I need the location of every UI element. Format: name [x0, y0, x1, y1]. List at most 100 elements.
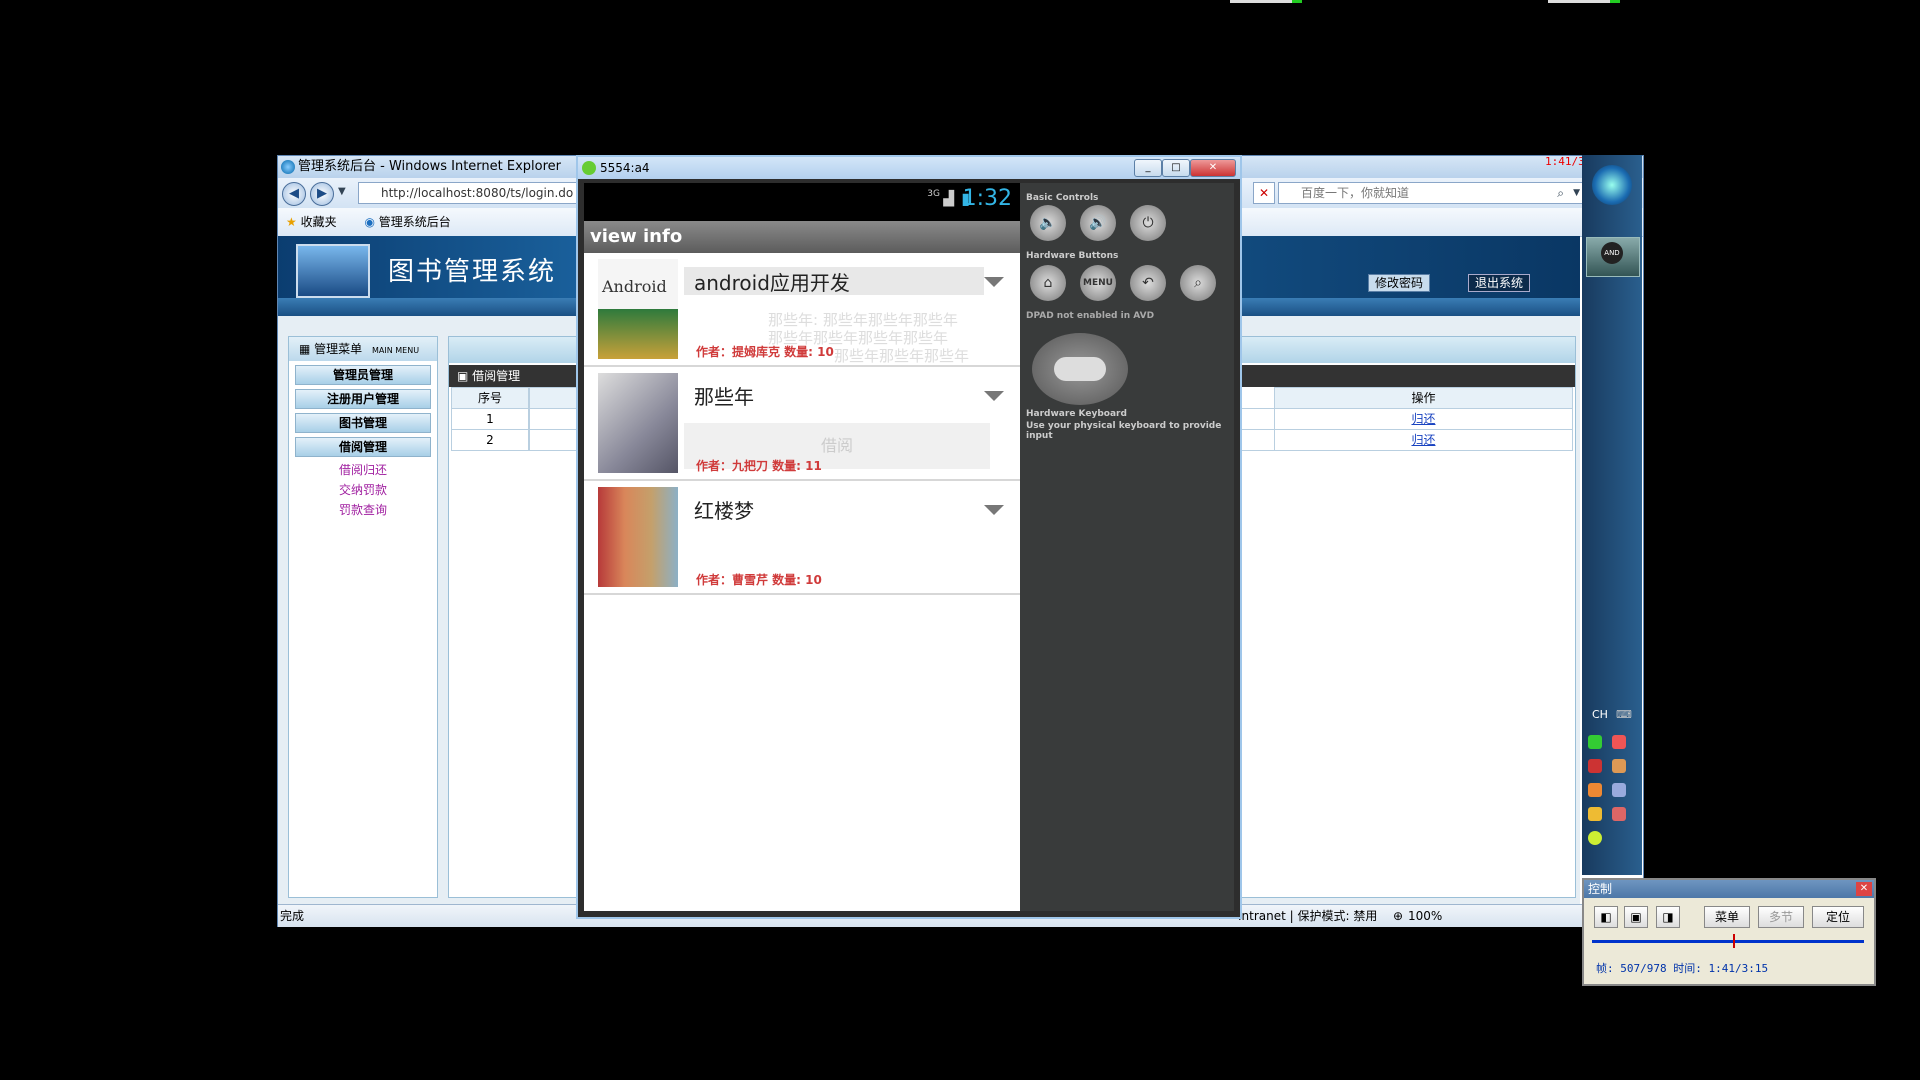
- search-icon[interactable]: ⌕: [1557, 183, 1564, 203]
- clock: 1:32: [962, 186, 1012, 211]
- network-icon[interactable]: [1612, 807, 1626, 821]
- hardware-buttons-label: Hardware Buttons: [1026, 251, 1119, 261]
- menu-books[interactable]: 图书管理: [295, 413, 431, 433]
- forward-arrow-icon[interactable]: ▶: [310, 182, 334, 206]
- stop-icon[interactable]: ✕: [1253, 182, 1275, 204]
- progress-track[interactable]: [1592, 940, 1864, 943]
- address-text: http://localhost:8080/ts/login.do: [381, 186, 574, 200]
- network-indicator: 3G: [927, 189, 940, 199]
- control-panel: 控制 ✕ ◧ ▣ ◨ 菜单 多节 定位 帧: 507/978 时间: 1:41/…: [1582, 878, 1876, 986]
- home-icon[interactable]: ⌂: [1030, 265, 1066, 301]
- submenu-borrow-return[interactable]: 借阅归还: [289, 461, 437, 478]
- menu-header: ▦ 管理菜单 MAIN MENU: [289, 337, 437, 361]
- list-item[interactable]: 那些年 借阅 作者：九把刀 数量: 11: [584, 367, 1020, 481]
- multi-button[interactable]: 多节: [1758, 906, 1804, 928]
- next-frame-icon[interactable]: ◨: [1656, 906, 1680, 928]
- language-indicator[interactable]: CH: [1592, 708, 1608, 721]
- windows-start-icon[interactable]: [1592, 165, 1632, 205]
- chevron-down-icon[interactable]: [984, 505, 1004, 515]
- chevron-down-icon[interactable]: [984, 391, 1004, 401]
- emulator-window: 5554:a4 _ □ ✕ 3G ▟ ▮ 1:32 view info Andr…: [576, 155, 1242, 919]
- dpad-center[interactable]: [1054, 357, 1106, 381]
- col-action: 操作: [1274, 387, 1573, 409]
- search-icon[interactable]: ⌕: [1180, 265, 1216, 301]
- row-2-action-cell: 归还: [1274, 429, 1573, 451]
- taskbar: AND CH ⌨: [1582, 155, 1642, 875]
- favorites-button[interactable]: 收藏夹: [301, 215, 337, 229]
- section-title: 借阅管理: [472, 369, 521, 383]
- keyboard-label: Hardware Keyboard: [1026, 409, 1127, 419]
- menu-button[interactable]: MENU: [1080, 265, 1116, 301]
- search-input[interactable]: 百度一下，你就知道 ⌕ ▼: [1278, 182, 1585, 204]
- dpad-label: DPAD not enabled in AVD: [1026, 311, 1155, 321]
- list-item[interactable]: Android android应用开发 那些年: 那些年那些年那些年 那些年那些…: [584, 253, 1020, 367]
- row-1-no: 1: [451, 408, 529, 430]
- back-icon[interactable]: ↶: [1130, 265, 1166, 301]
- history-dropdown-icon[interactable]: ▼: [338, 186, 346, 197]
- section-icon: ▣: [457, 369, 469, 383]
- menu-users[interactable]: 注册用户管理: [295, 389, 431, 409]
- logout-button[interactable]: 退出系统: [1468, 274, 1531, 292]
- keyboard-hint: Use your physical keyboard to provide in…: [1026, 421, 1222, 441]
- close-icon[interactable]: ✕: [1856, 882, 1872, 896]
- submenu-fine-query[interactable]: 罚款查询: [289, 501, 437, 518]
- progress-handle[interactable]: [1733, 934, 1736, 948]
- prev-frame-icon[interactable]: ◧: [1594, 906, 1618, 928]
- zoom-level[interactable]: 100%: [1408, 905, 1442, 927]
- zoom-icon[interactable]: ⊕: [1393, 905, 1403, 927]
- list-item[interactable]: 红楼梦 作者：曹雪芹 数量: 10: [584, 481, 1020, 595]
- tray-app-icon[interactable]: [1588, 735, 1602, 749]
- android-icon: AND: [1601, 242, 1623, 264]
- book-cover-image: [598, 487, 678, 587]
- menu-borrow[interactable]: 借阅管理: [295, 437, 431, 457]
- pause-icon[interactable]: ▣: [1624, 906, 1648, 928]
- back-arrow-icon[interactable]: ◀: [282, 182, 306, 206]
- search-dropdown-icon[interactable]: ▼: [1573, 183, 1580, 203]
- book-info: 作者：提姆库克 数量: 10: [696, 345, 834, 359]
- emulator-titlebar: 5554:a4 _ □ ✕: [578, 157, 1240, 179]
- volume-mute-icon[interactable]: [1612, 735, 1626, 749]
- taskbar-android-button[interactable]: AND: [1586, 237, 1640, 277]
- frame-info: 帧: 507/978 时间: 1:41/3:15: [1596, 962, 1769, 975]
- star-icon[interactable]: ★: [286, 215, 297, 229]
- dpad[interactable]: [1032, 333, 1128, 405]
- tray-app-icon[interactable]: [1588, 759, 1602, 773]
- control-panel-titlebar: 控制 ✕: [1584, 880, 1874, 898]
- close-icon[interactable]: ✕: [1190, 159, 1236, 177]
- top-indicator: [1230, 0, 1302, 3]
- tray-app-icon[interactable]: [1588, 783, 1602, 797]
- locate-button[interactable]: 定位: [1812, 906, 1864, 928]
- android-icon: [582, 161, 596, 175]
- tray-app-icon[interactable]: [1588, 807, 1602, 821]
- book-name: 那些年: [694, 385, 754, 409]
- menu-admin[interactable]: 管理员管理: [295, 365, 431, 385]
- site-title: 图书管理系统: [388, 257, 557, 287]
- tray-app-icon[interactable]: [1612, 759, 1626, 773]
- volume-up-icon[interactable]: 🔊: [1080, 205, 1116, 241]
- status-zone: Intranet | 保护模式: 禁用: [1238, 909, 1378, 923]
- change-password-button[interactable]: 修改密码: [1368, 274, 1431, 292]
- menu-button[interactable]: 菜单: [1704, 906, 1750, 928]
- keyboard-icon[interactable]: ⌨: [1616, 708, 1632, 721]
- add-icon[interactable]: [1588, 831, 1602, 845]
- maximize-icon[interactable]: □: [1162, 159, 1190, 177]
- book-info: 作者：曹雪芹 数量: 10: [696, 573, 822, 587]
- submenu-pay-fine[interactable]: 交纳罚款: [289, 481, 437, 498]
- ie-icon: [281, 160, 295, 174]
- return-link[interactable]: 归还: [1411, 412, 1435, 426]
- book-name: 红楼梦: [694, 499, 754, 523]
- minimize-icon[interactable]: _: [1134, 159, 1162, 177]
- ie-title: 管理系统后台 - Windows Internet Explorer: [298, 159, 561, 174]
- signal-icon: ▟: [943, 191, 954, 207]
- volume-down-icon[interactable]: 🔈: [1030, 205, 1066, 241]
- menu-icon: ▦: [299, 342, 311, 356]
- book-name: android应用开发: [694, 271, 850, 295]
- chevron-down-icon[interactable]: [984, 277, 1004, 287]
- col-no: 序号: [451, 387, 529, 409]
- power-icon[interactable]: ⏻: [1130, 205, 1166, 241]
- return-link[interactable]: 归还: [1411, 433, 1435, 447]
- browser-tab[interactable]: 管理系统后台: [379, 215, 451, 229]
- tray-app-icon[interactable]: [1612, 783, 1626, 797]
- control-panel-title: 控制: [1588, 882, 1613, 896]
- search-placeholder: 百度一下，你就知道: [1301, 186, 1410, 200]
